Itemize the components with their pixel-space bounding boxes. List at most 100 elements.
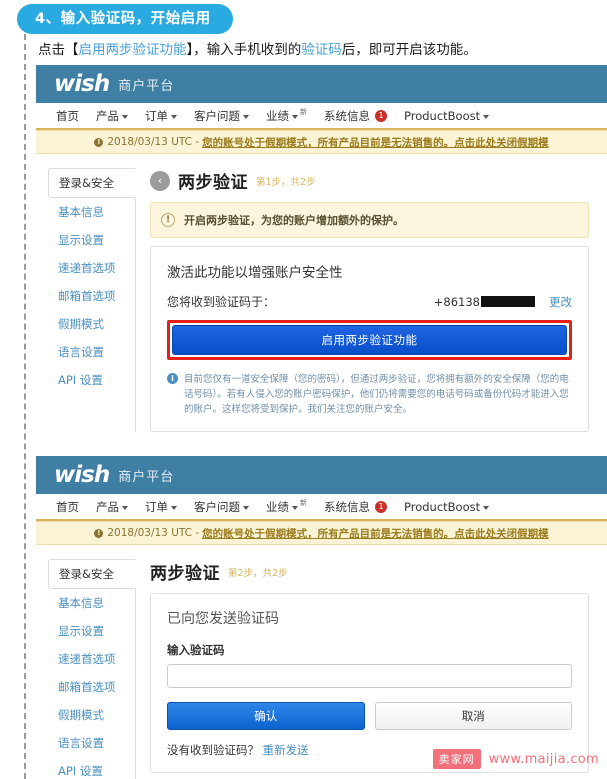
nav-label: 客户问题 [194, 108, 240, 123]
watermark-url: www.maijia.com [488, 751, 599, 767]
nav-item-products-2[interactable]: 产品 [96, 499, 128, 515]
resend-link[interactable]: 重新发送 [263, 743, 309, 757]
change-phone-link[interactable]: 更改 [549, 294, 572, 310]
wish-navbar-2[interactable]: 首页 产品 订单 客户问题 业绩 新 系统信息 1 ProductBoost [36, 494, 607, 521]
sidebar-item-basic-info[interactable]: 基本信息 [48, 589, 135, 617]
alert-link[interactable]: 您的账号处于假期模式，所有产品目前是无法销售的。点击此处关闭假期模 [202, 135, 549, 150]
sidebar-item-language-settings[interactable]: 语言设置 [48, 729, 135, 757]
settings-sidebar-2[interactable]: 登录&安全 基本信息 显示设置 速递首选项 邮箱首选项 假期模式 语言设置 AP… [48, 559, 136, 779]
settings-sidebar-1[interactable]: 登录&安全 基本信息 显示设置 速递首选项 邮箱首选项 假期模式 语言设置 AP… [48, 168, 136, 432]
chevron-down-icon [122, 505, 128, 510]
nav-item-system-info-1[interactable]: 系统信息 1 [324, 108, 387, 124]
wish-header-2: wish 商户平台 [36, 456, 607, 494]
nav-item-system-info-2[interactable]: 系统信息 1 [324, 499, 387, 515]
chevron-down-icon [483, 505, 490, 510]
sidebar-item-shipping-prefs[interactable]: 速递首选项 [48, 254, 135, 282]
nav-item-products-1[interactable]: 产品 [96, 108, 128, 124]
sidebar-item-shipping-prefs[interactable]: 速递首选项 [48, 645, 135, 673]
confirm-button[interactable]: 确认 [167, 702, 365, 730]
security-info-text: 目前您仅有一道安全保障（您的密码），但通过两步验证，您将拥有额外的安全保障（您的… [184, 374, 569, 415]
panel-header-1: ‹ 两步验证 第1步，共2步 [150, 168, 589, 193]
nav-label: 订单 [145, 499, 168, 514]
panel-step-label-1: 第1步，共2步 [256, 176, 316, 188]
sidebar-item-basic-info[interactable]: 基本信息 [48, 198, 135, 226]
sidebar-item-login-security[interactable]: 登录&安全 [48, 168, 136, 198]
sidebar-item-api-settings[interactable]: API 设置 [48, 366, 135, 394]
nav-item-orders-1[interactable]: 订单 [145, 108, 177, 124]
chevron-down-icon [292, 505, 298, 510]
alert-date: 2018/03/13 UTC - [107, 136, 200, 148]
activation-heading: 激活此功能以增强账户安全性 [167, 265, 343, 281]
nav-item-performance-1[interactable]: 业绩 新 [266, 108, 307, 124]
wish-body-2: 登录&安全 基本信息 显示设置 速递首选项 邮箱首选项 假期模式 语言设置 AP… [36, 545, 607, 779]
sidebar-item-display-settings[interactable]: 显示设置 [48, 617, 135, 645]
nav-item-productboost-1[interactable]: ProductBoost [404, 109, 490, 123]
new-superscript: 新 [300, 107, 307, 116]
panel-step-2: 两步验证 第2步，共2步 已向您发送验证码 输入验证码 确认 取消 没有收到验证… [136, 559, 607, 779]
activation-card: 激活此功能以增强账户安全性 您将收到验证码于： +86138 更改 启用两步验证… [150, 246, 589, 432]
verification-code-input[interactable] [167, 664, 572, 688]
new-superscript: 新 [300, 498, 307, 507]
alert-link[interactable]: 您的账号处于假期模式，所有产品目前是无法销售的。点击此处关闭假期模 [202, 526, 549, 541]
sidebar-item-vacation-mode[interactable]: 假期模式 [48, 310, 135, 338]
nav-label: 订单 [145, 108, 168, 123]
nav-item-customer-issues-1[interactable]: 客户问题 [194, 108, 249, 124]
nav-label: 业绩 [266, 499, 289, 514]
nav-label: 首页 [56, 108, 79, 123]
nav-item-performance-2[interactable]: 业绩 新 [266, 499, 307, 515]
exclamation-icon: ! [161, 213, 175, 227]
nav-label: 业绩 [266, 108, 289, 123]
cancel-button[interactable]: 取消 [374, 702, 572, 730]
alert-date: 2018/03/13 UTC - [107, 527, 200, 539]
nav-item-orders-2[interactable]: 订单 [145, 499, 177, 515]
nav-label: 系统信息 [324, 108, 370, 123]
wish-platform-label-1: 商户平台 [118, 78, 175, 94]
nav-item-customer-issues-2[interactable]: 客户问题 [194, 499, 249, 515]
security-info-block: i 目前您仅有一道安全保障（您的密码），但通过两步验证，您将拥有额外的安全保障（… [167, 372, 572, 417]
receive-code-row: 您将收到验证码于： +86138 更改 [167, 293, 572, 310]
info-icon: ! [94, 137, 104, 147]
lead-part3: 后，即可开启该功能。 [341, 42, 477, 58]
chevron-down-icon [243, 114, 249, 119]
back-arrow-icon[interactable]: ‹ [150, 170, 170, 191]
vacation-alert-2[interactable]: ! 2018/03/13 UTC - 您的账号处于假期模式，所有产品目前是无法销… [36, 521, 607, 545]
nav-label: 客户问题 [194, 499, 240, 514]
vacation-alert-1[interactable]: ! 2018/03/13 UTC - 您的账号处于假期模式，所有产品目前是无法销… [36, 130, 607, 154]
receive-code-label: 您将收到验证码于： [167, 295, 276, 309]
nav-label: ProductBoost [404, 499, 481, 514]
chevron-down-icon [243, 505, 249, 510]
red-highlight-box: 启用两步验证功能 [167, 320, 572, 360]
lead-part2: 】，输入手机收到的 [186, 42, 302, 58]
wish-navbar-1[interactable]: 首页 产品 订单 客户问题 业绩 新 系统信息 1 ProductBoost [36, 103, 607, 130]
sidebar-item-vacation-mode[interactable]: 假期模式 [48, 701, 135, 729]
nav-item-home-2[interactable]: 首页 [56, 499, 79, 515]
sidebar-item-login-security[interactable]: 登录&安全 [48, 559, 136, 589]
sidebar-item-api-settings[interactable]: API 设置 [48, 757, 135, 779]
redaction-bar [481, 296, 535, 307]
panel-header-2: 两步验证 第2步，共2步 [150, 559, 589, 584]
nav-label: 产品 [96, 499, 119, 514]
enable-two-factor-button[interactable]: 启用两步验证功能 [172, 325, 567, 355]
sidebar-item-email-prefs[interactable]: 邮箱首选项 [48, 282, 135, 310]
lead-highlight-2: 验证码 [301, 42, 342, 58]
wish-header-1: wish 商户平台 [36, 65, 607, 103]
nav-item-productboost-2[interactable]: ProductBoost [404, 499, 490, 514]
sidebar-item-display-settings[interactable]: 显示设置 [48, 226, 135, 254]
phone-number: +86138 [434, 295, 535, 309]
capture-step-1: wish 商户平台 首页 产品 订单 客户问题 业绩 新 系统信息 1 Produc… [36, 65, 607, 442]
sidebar-item-language-settings[interactable]: 语言设置 [48, 338, 135, 366]
lead-instruction: 点击【启用两步验证功能】，输入手机收到的验证码后，即可开启该功能。 [36, 38, 607, 62]
dashed-rail [24, 34, 26, 779]
chevron-down-icon [122, 114, 128, 119]
resend-question: 没有收到验证码？ [167, 743, 259, 757]
info-icon: i [167, 373, 178, 384]
panel-title-2: 两步验证 [150, 564, 220, 584]
nav-label: 产品 [96, 108, 119, 123]
panel-step-label-2: 第2步，共2步 [228, 567, 288, 579]
nav-item-home-1[interactable]: 首页 [56, 108, 79, 124]
chevron-down-icon [171, 114, 177, 119]
content-column: 点击【启用两步验证功能】，输入手机收到的验证码后，即可开启该功能。 wish 商… [36, 38, 607, 779]
panel-step-1: ‹ 两步验证 第1步，共2步 ! 开启两步验证，为您的账户增加额外的保护。 激活… [136, 168, 607, 432]
sidebar-item-email-prefs[interactable]: 邮箱首选项 [48, 673, 135, 701]
wish-platform-label-2: 商户平台 [118, 469, 175, 485]
